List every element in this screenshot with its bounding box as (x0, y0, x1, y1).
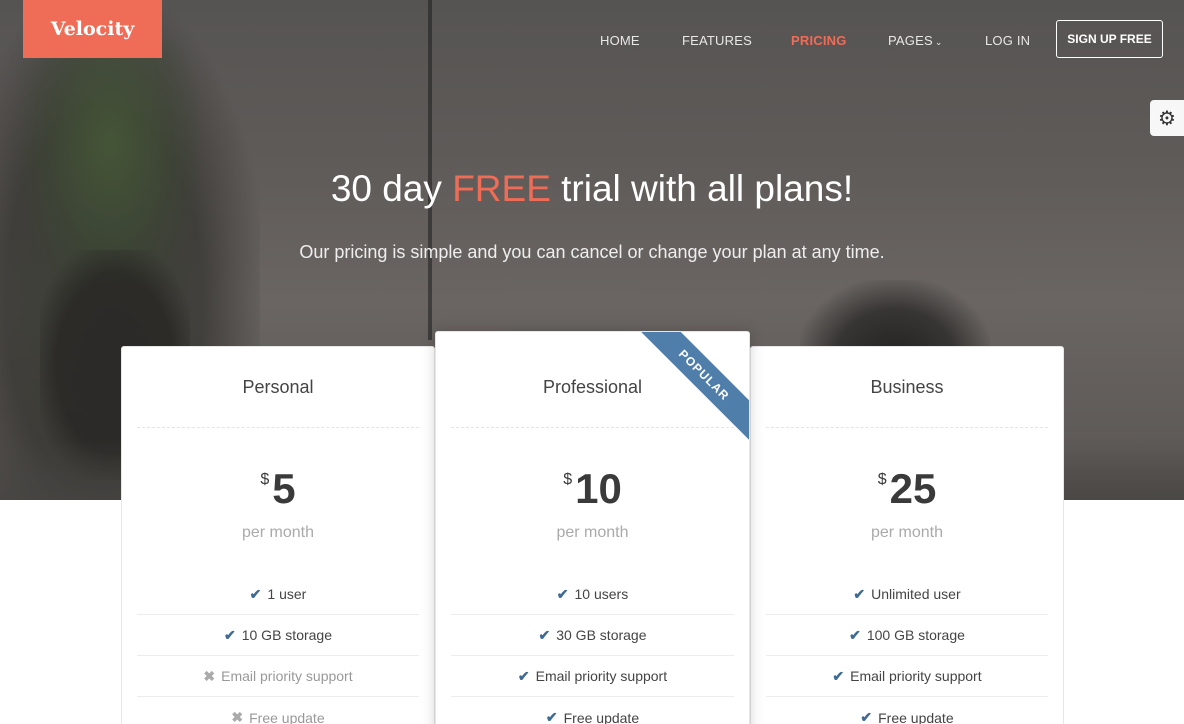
feature-text: Email priority support (850, 668, 982, 684)
feature-item: ✔ Free update (766, 697, 1048, 724)
feature-text: Free update (563, 709, 640, 724)
price-currency: $ (563, 471, 573, 488)
popular-badge: POPULAR (640, 332, 749, 441)
feature-item: ✔ 10 GB storage (137, 615, 419, 656)
feature-item: ✖ Email priority support (137, 656, 419, 697)
feature-item: ✔ 10 users (451, 574, 734, 615)
price-currency: $ (877, 471, 887, 488)
feature-item: ✔ Email priority support (451, 656, 734, 697)
check-icon: ✔ (249, 585, 262, 602)
plan-price: $25 (751, 465, 1063, 513)
signup-button[interactable]: SIGN UP FREE (1056, 20, 1163, 58)
check-icon: ✔ (545, 709, 558, 724)
feature-text: Unlimited user (871, 586, 961, 602)
check-icon: ✔ (832, 667, 845, 684)
feature-text: 10 users (574, 586, 629, 602)
price-amount: 10 (575, 465, 622, 512)
feature-item: ✔ 30 GB storage (451, 615, 734, 656)
check-icon: ✔ (853, 585, 866, 602)
feature-text: Free update (249, 709, 325, 724)
cross-icon: ✖ (203, 667, 216, 684)
nav-home[interactable]: HOME (600, 33, 640, 48)
feature-item: ✔ Free update (451, 697, 734, 724)
price-amount: 5 (272, 465, 296, 512)
gear-icon[interactable]: ⚙ (1150, 100, 1184, 136)
plan-card-personal: Personal $5 per month ✔ 1 user ✔ 10 GB sto… (121, 346, 435, 724)
feature-item: ✔ Email priority support (766, 656, 1048, 697)
price-amount: 25 (889, 465, 937, 512)
price-currency: $ (260, 471, 270, 488)
plan-name: Personal (242, 377, 314, 397)
price-period: per month (241, 524, 315, 541)
check-icon: ✔ (849, 626, 861, 643)
title-text-after: trial with all plans! (550, 168, 854, 209)
feature-text: 1 user (267, 586, 307, 602)
page-title: 30 day FREE trial with all plans! (0, 168, 1184, 210)
nav-features[interactable]: FEATURES (682, 33, 752, 48)
plan-name: Business (870, 377, 944, 397)
check-icon: ✔ (517, 667, 530, 684)
page-subtitle: Our pricing is simple and you can cancel… (299, 242, 885, 262)
feature-text: Email priority support (535, 668, 668, 684)
nav-pages[interactable]: PAGES ⌄ (888, 33, 943, 48)
plan-price: $10 (436, 465, 749, 513)
feature-text: 100 GB storage (866, 627, 965, 643)
check-icon: ✔ (538, 626, 551, 643)
feature-text: Free update (878, 709, 954, 724)
check-icon: ✔ (556, 585, 569, 602)
nav-pages-label: PAGES (888, 33, 933, 48)
feature-list: ✔ 10 users ✔ 30 GB storage ✔ Email priority… (451, 574, 734, 724)
feature-item: ✔ 1 user (137, 574, 419, 615)
chevron-down-icon: ⌄ (934, 37, 943, 47)
feature-item: ✖ Free update (137, 697, 419, 724)
feature-item: ✔ 100 GB storage (766, 615, 1048, 656)
feature-text: 30 GB storage (556, 627, 647, 643)
feature-list: ✔ 1 user ✔ 10 GB storage ✖ Email priority s… (137, 574, 419, 724)
price-period: per month (556, 524, 629, 541)
nav-pricing[interactable]: PRICING (791, 33, 847, 48)
price-period: per month (870, 524, 944, 541)
popular-ribbon: POPULAR (640, 332, 749, 441)
nav-login[interactable]: LOG IN (985, 33, 1030, 48)
feature-text: 10 GB storage (241, 627, 332, 643)
title-text-before: 30 day (330, 168, 453, 209)
feature-list: ✔ Unlimited user ✔ 100 GB storage ✔ Email p… (766, 574, 1048, 724)
feature-text: Email priority support (221, 668, 353, 684)
main-nav: HOME FEATURES PRICING PAGES ⌄ LOG IN SIGN… (0, 0, 1184, 80)
plan-card-professional: POPULAR Professional $10 per month ✔ 10 u… (435, 331, 750, 724)
plan-divider (137, 427, 419, 428)
plan-card-business: Business $25 per month ✔ Unlimited user ✔… (750, 346, 1064, 724)
feature-item: ✔ Unlimited user (766, 574, 1048, 615)
check-icon: ✔ (223, 626, 236, 643)
cross-icon: ✖ (231, 709, 244, 724)
check-icon: ✔ (860, 709, 873, 724)
title-accent: FREE (452, 168, 551, 209)
plan-price: $5 (122, 465, 434, 513)
plan-divider (766, 427, 1048, 428)
